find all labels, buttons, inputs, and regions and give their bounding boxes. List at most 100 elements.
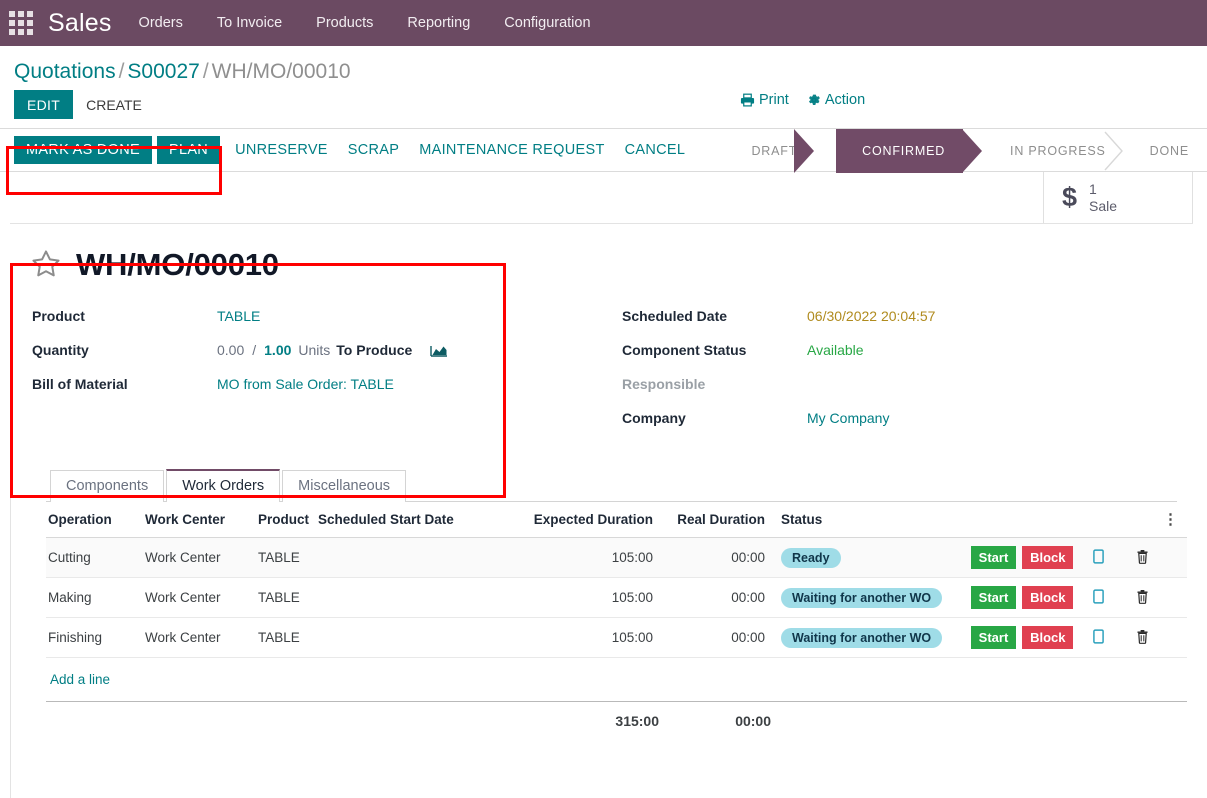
stage-chevron-icon (794, 129, 816, 173)
notebook-tabs: Components Work Orders Miscellaneous (46, 468, 1177, 502)
cell-status: Waiting for another WO (779, 577, 943, 618)
field-scheduled-date: Scheduled Date 06/30/2022 20:04:57 (622, 308, 1162, 328)
table-header-row: Operation Work Center Product Scheduled … (46, 502, 1187, 538)
cell-expected-duration[interactable]: 105:00 (512, 617, 667, 658)
fields-right-column: Scheduled Date 06/30/2022 20:04:57 Compo… (602, 308, 1162, 444)
nav-item-products[interactable]: Products (299, 0, 390, 46)
cell-real-duration[interactable]: 00:00 (667, 577, 779, 618)
nav-item-reporting[interactable]: Reporting (390, 0, 487, 46)
cell-operation[interactable]: Making (46, 577, 143, 618)
block-button[interactable]: Block (1022, 626, 1074, 649)
print-button[interactable]: Print (740, 92, 789, 108)
nav-item-to-invoice[interactable]: To Invoice (200, 0, 299, 46)
cell-operation[interactable]: Cutting (46, 537, 143, 578)
col-status[interactable]: Status (779, 502, 942, 538)
cell-scheduled-start-date[interactable] (316, 537, 512, 578)
quantity-to-produce: 1.00 (264, 342, 292, 358)
sheet-left-border (10, 498, 11, 798)
smart-button-sale[interactable]: $ 1 Sale (1043, 172, 1193, 223)
unreserve-button[interactable]: UNRESERVE (225, 136, 338, 164)
apps-grid-icon[interactable] (8, 10, 34, 36)
breadcrumb-parent[interactable]: S00027 (127, 60, 199, 83)
start-button[interactable]: Start (970, 586, 1017, 609)
action-button[interactable]: Action (807, 92, 865, 108)
maintenance-request-button[interactable]: MAINTENANCE REQUEST (409, 136, 614, 164)
tablet-icon[interactable] (1093, 628, 1105, 647)
stage-in-progress[interactable]: IN PROGRESS (984, 129, 1124, 173)
start-button[interactable]: Start (970, 626, 1017, 649)
field-product-value[interactable]: TABLE (217, 308, 260, 324)
breadcrumb-root[interactable]: Quotations (14, 60, 116, 83)
field-bom: Bill of Material MO from Sale Order: TAB… (32, 376, 602, 396)
create-button[interactable]: CREATE (73, 90, 155, 119)
field-company-value[interactable]: My Company (807, 410, 889, 426)
totals-spacer-1 (46, 701, 143, 740)
block-button[interactable]: Block (1022, 586, 1074, 609)
add-a-line-button[interactable]: Add a line (48, 664, 112, 695)
field-scheduled-date-value[interactable]: 06/30/2022 20:04:57 (807, 308, 935, 324)
cell-operation[interactable]: Finishing (46, 617, 143, 658)
column-options-button[interactable]: ⋮ (1161, 502, 1187, 538)
stage-draft[interactable]: DRAFT (725, 129, 815, 173)
cell-expected-duration[interactable]: 105:00 (512, 577, 667, 618)
start-button[interactable]: Start (970, 546, 1017, 569)
col-scheduled-start-date[interactable]: Scheduled Start Date (316, 502, 512, 538)
cell-product[interactable]: TABLE (256, 617, 316, 658)
trash-icon[interactable] (1136, 629, 1149, 647)
cell-expected-duration[interactable]: 105:00 (512, 537, 667, 578)
cell-work-center[interactable]: Work Center (143, 537, 256, 578)
field-product-label: Product (32, 308, 85, 324)
field-component-status-value: Available (807, 342, 864, 358)
cell-scheduled-start-date[interactable] (316, 577, 512, 618)
trash-icon[interactable] (1136, 549, 1149, 567)
tab-components[interactable]: Components (50, 469, 165, 502)
cell-scheduled-start-date[interactable] (316, 617, 512, 658)
trash-icon[interactable] (1136, 589, 1149, 607)
col-product[interactable]: Product (256, 502, 316, 538)
cancel-button[interactable]: CANCEL (615, 136, 696, 164)
col-expected-duration[interactable]: Expected Duration (512, 502, 667, 538)
cell-product[interactable]: TABLE (256, 577, 316, 618)
print-label: Print (759, 92, 789, 108)
stage-chevron-icon-2 (1103, 129, 1125, 173)
col-real-duration[interactable]: Real Duration (667, 502, 779, 538)
tab-work-orders[interactable]: Work Orders (166, 468, 281, 502)
totals-spacer-5 (779, 701, 942, 740)
stage-done[interactable]: DONE (1124, 129, 1207, 173)
table-row[interactable]: Finishing Work Center TABLE 105:00 00:00… (46, 617, 1187, 658)
work-orders-table: Operation Work Center Product Scheduled … (46, 502, 1187, 740)
block-button[interactable]: Block (1022, 546, 1074, 569)
field-scheduled-date-label: Scheduled Date (622, 308, 728, 324)
breadcrumb-current: WH/MO/00010 (211, 60, 351, 83)
star-icon[interactable] (30, 248, 62, 280)
field-bom-value[interactable]: MO from Sale Order: TABLE (217, 376, 394, 392)
cell-product[interactable]: TABLE (256, 537, 316, 578)
nav-item-orders[interactable]: Orders (122, 0, 200, 46)
table-row[interactable]: Cutting Work Center TABLE 105:00 00:00 R… (46, 537, 1187, 578)
control-panel: EDIT CREATE Print Action (0, 90, 1207, 119)
table-row[interactable]: Making Work Center TABLE 105:00 00:00 Wa… (46, 577, 1187, 618)
cell-real-duration[interactable]: 00:00 (667, 537, 779, 578)
record-title-row: WH/MO/00010 (16, 248, 1191, 280)
scrap-button[interactable]: SCRAP (338, 136, 409, 164)
cell-real-duration[interactable]: 00:00 (667, 617, 779, 658)
tablet-icon[interactable] (1093, 548, 1105, 567)
plan-button[interactable]: PLAN (157, 136, 221, 164)
status-pipeline: DRAFT CONFIRMED IN PROGRESS DONE (725, 129, 1207, 173)
cell-work-center[interactable]: Work Center (143, 617, 256, 658)
tablet-icon[interactable] (1093, 588, 1105, 607)
area-chart-icon[interactable] (412, 343, 448, 357)
edit-button[interactable]: EDIT (14, 90, 74, 119)
field-quantity-label: Quantity (32, 342, 89, 358)
col-work-center[interactable]: Work Center (143, 502, 256, 538)
stage-confirmed[interactable]: CONFIRMED (836, 129, 983, 173)
cell-work-center[interactable]: Work Center (143, 577, 256, 618)
gear-icon (808, 94, 820, 105)
nav-item-configuration[interactable]: Configuration (487, 0, 607, 46)
printer-icon (740, 93, 755, 107)
col-operation[interactable]: Operation (46, 502, 143, 538)
app-brand-sales[interactable]: Sales (42, 9, 122, 38)
stage-done-label: DONE (1149, 144, 1189, 158)
tab-miscellaneous[interactable]: Miscellaneous (282, 469, 407, 502)
mark-as-done-button[interactable]: MARK AS DONE (14, 136, 152, 164)
